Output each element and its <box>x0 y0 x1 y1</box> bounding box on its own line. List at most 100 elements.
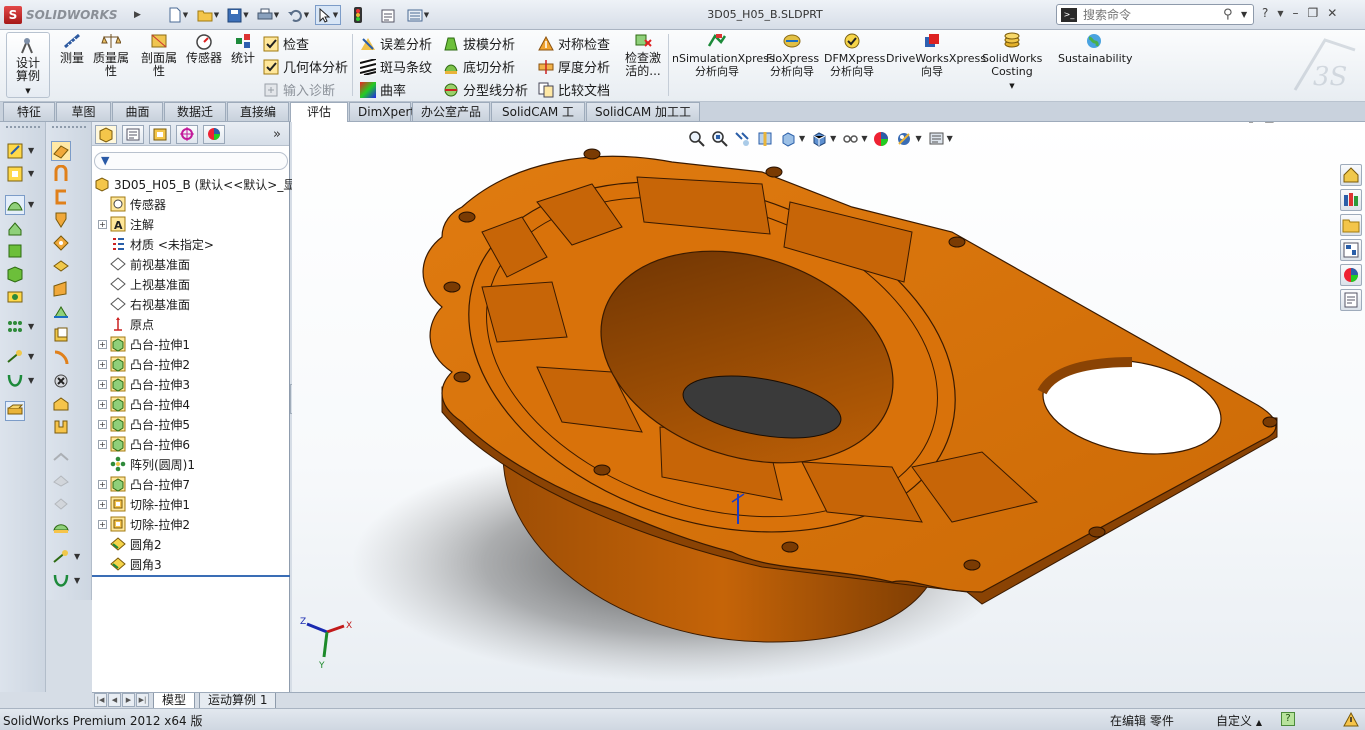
tree-item-material[interactable]: 材质 <未指定> <box>98 234 214 254</box>
displaymanager-tab-icon[interactable] <box>203 125 225 144</box>
revolved-boss-icon[interactable] <box>6 242 24 260</box>
tree-item-boss-extrude-2[interactable]: + 凸台-拉伸2 <box>98 354 190 374</box>
boundary-icon[interactable] <box>52 234 70 252</box>
thickness-analysis-button[interactable]: 厚度分析 <box>538 57 610 76</box>
tab-features[interactable]: 特征 <box>3 102 55 121</box>
draft-analysis-button[interactable]: 拔模分析 <box>443 34 515 53</box>
deviation-analysis-button[interactable]: 误差分析 <box>360 34 432 53</box>
statistics-button[interactable]: 统计 <box>229 32 257 65</box>
sweep-icon[interactable] <box>52 188 70 206</box>
floxpress-button[interactable]: FloXpress 分析向导 <box>766 32 819 78</box>
tree-item-fillet-3[interactable]: 圆角3 <box>98 554 162 574</box>
dfmxpress-button[interactable]: DFMXpress 分析向导 <box>824 32 885 78</box>
ref-geometry-icon[interactable]: ▼ <box>52 548 80 566</box>
expand-toggle[interactable]: + <box>98 339 107 349</box>
tree-item-front-plane[interactable]: 前视基准面 <box>98 254 190 274</box>
tree-item-boss-extrude-4[interactable]: + 凸台-拉伸4 <box>98 394 190 414</box>
expand-toggle[interactable]: + <box>98 219 107 229</box>
intersect-icon[interactable] <box>52 418 70 436</box>
parting-line-analysis-button[interactable]: 分型线分析 <box>443 80 528 99</box>
tree-filter[interactable]: ▼ <box>94 152 288 170</box>
first-tab-icon[interactable]: |◀ <box>94 693 107 707</box>
expand-toggle[interactable]: + <box>98 379 107 389</box>
print-button[interactable]: ▼ <box>255 5 281 25</box>
tree-item-circular-pattern-1[interactable]: 阵列(圆周)1 <box>98 454 195 474</box>
tab-motion-study-1[interactable]: 运动算例 1 <box>199 693 277 709</box>
minimize-button[interactable]: – <box>1293 6 1299 20</box>
compare-documents-button[interactable]: 比较文档 <box>538 80 610 99</box>
propertymanager-tab-icon[interactable] <box>122 125 144 144</box>
measure-button[interactable]: 测量 <box>58 32 86 65</box>
search-input[interactable] <box>1083 7 1223 22</box>
design-study-button[interactable]: 设计算例 ▼ <box>6 32 50 98</box>
tab-evaluate[interactable]: 评估 <box>290 102 348 122</box>
search-icon[interactable]: ⚲ <box>1223 7 1239 22</box>
tree-item-cut-extrude-1[interactable]: + 切除-拉伸1 <box>98 494 190 514</box>
rebuild-button[interactable] <box>345 5 371 25</box>
tree-item-boss-extrude-7[interactable]: + 凸台-拉伸7 <box>98 474 190 494</box>
menu-arrow-icon[interactable]: ▶ <box>134 10 141 20</box>
tab-sketch[interactable]: 草图 <box>56 102 111 121</box>
chamfer-icon[interactable] <box>52 280 70 298</box>
move-face-icon[interactable] <box>52 472 70 490</box>
model-viewport[interactable] <box>292 122 1365 692</box>
tree-item-top-plane[interactable]: 上视基准面 <box>98 274 190 294</box>
quick-tips-button[interactable]: ? <box>1281 712 1295 726</box>
tree-item-sensors[interactable]: 传感器 <box>98 194 166 214</box>
help-dropdown-icon[interactable]: ▼ <box>1277 9 1283 20</box>
mirror-icon[interactable] <box>52 448 70 466</box>
tab-surfaces[interactable]: 曲面 <box>112 102 163 121</box>
expand-toggle[interactable]: + <box>98 399 107 409</box>
3d-sketch-icon[interactable]: ▼ <box>6 165 34 183</box>
check-active-button[interactable]: 检查激活的... <box>622 32 664 78</box>
tab-dimxpert[interactable]: DimXpert <box>349 102 415 121</box>
expand-toggle[interactable]: + <box>98 479 107 489</box>
rebuild-status-icon[interactable] <box>1343 712 1359 727</box>
costing-button[interactable]: SolidWorks Costing ▼ <box>982 32 1042 93</box>
tree-item-right-plane[interactable]: 右视基准面 <box>98 294 190 314</box>
smart-dimension-icon[interactable]: ▼ <box>5 195 34 215</box>
undo-button[interactable]: ▼ <box>285 5 311 25</box>
rib-icon[interactable] <box>52 303 70 321</box>
hole-wizard-icon[interactable] <box>52 372 70 390</box>
last-tab-icon[interactable]: ▶| <box>136 693 149 707</box>
options-button[interactable]: ▼ <box>405 5 431 25</box>
rollback-bar[interactable] <box>92 575 290 577</box>
tree-item-annotations[interactable]: + A 注解 <box>98 214 154 234</box>
curves-tool-icon[interactable]: ▼ <box>52 572 80 590</box>
expand-toggle[interactable]: + <box>98 499 107 509</box>
linear-pattern-icon[interactable]: ▼ <box>6 318 34 336</box>
extrude-boss-icon[interactable] <box>51 141 71 161</box>
featuremanager-tab-icon[interactable] <box>95 125 117 144</box>
next-tab-icon[interactable]: ▶ <box>122 693 135 707</box>
save-button[interactable]: ▼ <box>225 5 251 25</box>
zebra-stripes-button[interactable]: 斑马条纹 <box>360 57 432 76</box>
tree-item-origin[interactable]: 原点 <box>98 314 154 334</box>
tree-item-boss-extrude-5[interactable]: + 凸台-拉伸5 <box>98 414 190 434</box>
more-tabs-icon[interactable]: » <box>273 127 281 142</box>
unit-system-selector[interactable]: 自定义 ▲ <box>1216 712 1262 729</box>
sensor-button[interactable]: 传感器 <box>185 32 223 65</box>
draft-icon[interactable] <box>52 349 70 367</box>
view-triad[interactable]: Z X Y <box>292 602 362 672</box>
search-dropdown-icon[interactable]: ▼ <box>1241 10 1247 19</box>
import-diagnostics-button[interactable]: 输入诊断 <box>263 80 335 99</box>
graphics-area[interactable]: ▼ ▼ ▼ ▼ ▼ ▯ ▣ – ❐ ✕ <box>292 122 1365 692</box>
instant3d-icon[interactable] <box>5 401 25 421</box>
curves-icon[interactable]: ▼ <box>6 372 34 390</box>
extruded-boss-icon[interactable] <box>6 220 24 238</box>
symmetry-check-button[interactable]: 对称检查 <box>538 34 610 53</box>
expand-toggle[interactable]: + <box>98 419 107 429</box>
tab-direct-editing[interactable]: 直接编辑 <box>227 102 289 137</box>
open-button[interactable]: ▼ <box>195 5 221 25</box>
new-document-button[interactable]: ▼ <box>165 5 191 25</box>
sustainability-button[interactable]: Sustainability <box>1058 32 1132 65</box>
driveworksxpress-button[interactable]: DriveWorksXpress 向导 <box>886 32 986 78</box>
tree-root[interactable]: 3D05_H05_B (默认<<默认>_显 <box>94 174 295 194</box>
tree-item-boss-extrude-1[interactable]: + 凸台-拉伸1 <box>98 334 190 354</box>
fillet-icon[interactable] <box>52 257 70 275</box>
expand-toggle[interactable]: + <box>98 519 107 529</box>
select-button[interactable]: ▼ <box>315 5 341 25</box>
configurationmanager-tab-icon[interactable] <box>149 125 171 144</box>
tree-item-fillet-2[interactable]: 圆角2 <box>98 534 162 554</box>
